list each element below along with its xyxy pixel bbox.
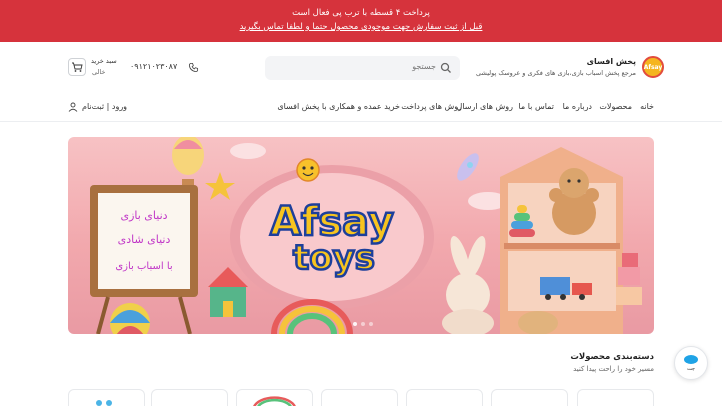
- cart-title[interactable]: سبد خرید: [91, 57, 117, 65]
- bunny-icon: [442, 235, 494, 334]
- nav-item-shipping[interactable]: روش های ارسال: [456, 102, 513, 111]
- dog-toy-icon: [518, 311, 558, 334]
- cart-status: خالی: [92, 68, 106, 76]
- nav-item-payment[interactable]: روش های پرداخت: [401, 102, 462, 111]
- board-line-3: با اسباب بازی: [115, 261, 172, 272]
- mascot-icon: [296, 158, 320, 182]
- search-icon: [440, 62, 451, 73]
- carousel-dots[interactable]: [353, 322, 373, 326]
- nav-item-products[interactable]: محصولات: [599, 102, 632, 111]
- category-card[interactable]: [68, 389, 145, 406]
- site-header: Afsay پخش افسای مرجع پخش اسباب بازی،بازی…: [0, 42, 722, 94]
- nav-item-wholesale[interactable]: خرید عمده و همکاری با پخش افسای: [277, 102, 400, 111]
- balloon-icon: [172, 137, 204, 187]
- rocket-icon: [457, 153, 479, 181]
- cart-icon: [72, 62, 83, 72]
- chat-label: چت: [687, 365, 696, 372]
- chat-bubble-icon: [684, 354, 698, 364]
- nav-item-home[interactable]: خانه: [640, 102, 654, 111]
- star-icon: [205, 172, 235, 200]
- hero-banner[interactable]: دنیای بازی دنیای شادی با اسباب بازی Afsa…: [68, 137, 654, 334]
- brand-name: پخش افسای: [586, 57, 636, 66]
- toy-house-icon: [208, 267, 248, 317]
- cart-button[interactable]: [68, 58, 86, 76]
- category-card[interactable]: [236, 389, 313, 406]
- category-card[interactable]: [406, 389, 483, 406]
- category-card[interactable]: [151, 389, 228, 406]
- board-line-2: دنیای شادی: [118, 233, 171, 246]
- logo-word-toys: toys: [293, 238, 375, 278]
- cloud-shape: [230, 143, 266, 159]
- ball-icon: [110, 303, 150, 334]
- categories-title: دسته‌بندی محصولات: [570, 352, 654, 362]
- chat-button[interactable]: چت: [674, 346, 708, 380]
- toy-figure-icon: [96, 400, 112, 406]
- categories-subtitle: مسیر خود را راحت پیدا کنید: [573, 365, 654, 373]
- user-icon: [68, 102, 78, 112]
- search-input[interactable]: جستجو: [265, 56, 460, 80]
- category-card[interactable]: [577, 389, 654, 406]
- site-logo[interactable]: Afsay: [642, 56, 664, 78]
- search-placeholder: جستجو: [412, 62, 436, 71]
- promo-link[interactable]: قبل از ثبت سفارش جهت موجودی محصول حتما و…: [0, 22, 722, 32]
- nav-item-contact[interactable]: تماس با ما: [518, 102, 554, 111]
- phone-number[interactable]: ۰۹۱۲۱۰۲۳۰۸۷: [130, 62, 177, 71]
- brand-tagline: مرجع پخش اسباب بازی،بازی های فکری و عروس…: [475, 69, 636, 77]
- main-nav: خانه محصولات درباره ما تماس با ما روش ها…: [0, 94, 722, 122]
- rainbow-icon: [253, 396, 296, 406]
- promo-text: پرداخت ۴ قسطه با ترب پی فعال است: [292, 8, 430, 18]
- nav-item-about[interactable]: درباره ما: [563, 102, 592, 111]
- category-card[interactable]: [321, 389, 398, 406]
- login-link[interactable]: ورود | ثبت‌نام: [82, 102, 127, 111]
- hero-illustration: دنیای بازی دنیای شادی با اسباب بازی Afsa…: [90, 137, 642, 334]
- board-line-1: دنیای بازی: [120, 209, 167, 222]
- promo-bar: پرداخت ۴ قسطه با ترب پی فعال است قبل از …: [0, 0, 722, 42]
- category-cards: [68, 389, 654, 406]
- phone-icon: [188, 62, 199, 73]
- category-card[interactable]: [491, 389, 568, 406]
